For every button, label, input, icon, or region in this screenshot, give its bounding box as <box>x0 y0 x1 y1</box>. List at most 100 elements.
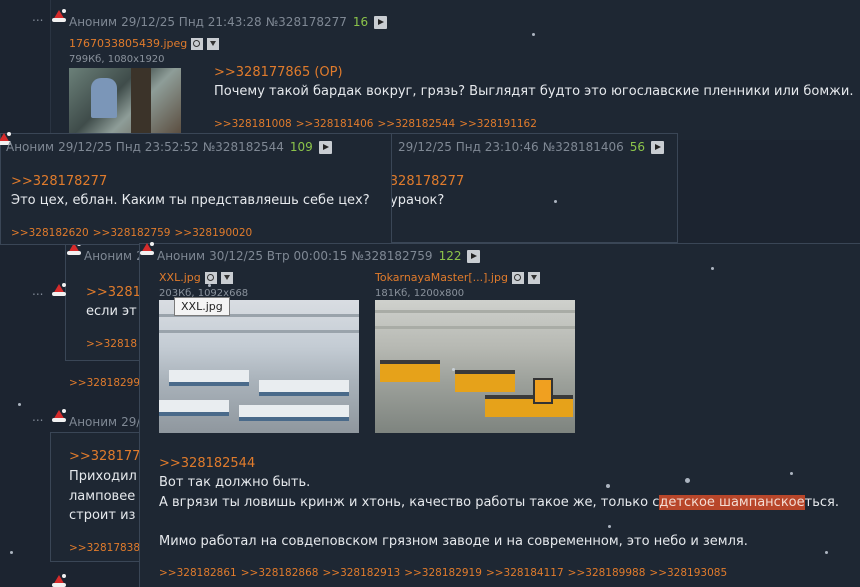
post-count: 16 <box>352 15 369 29</box>
snowflake <box>18 403 21 406</box>
search-image-icon[interactable] <box>204 271 217 284</box>
post-author: Аноним <box>69 15 118 29</box>
post-datetime: 29/12/25 Пнд 23:52:52 <box>58 140 199 154</box>
download-icon[interactable] <box>207 37 220 50</box>
reply-link[interactable]: >>328181008 <box>214 118 292 130</box>
post-count: 109 <box>289 140 313 154</box>
santa-hat-icon <box>51 9 67 23</box>
reply-link[interactable]: >>328182913 <box>322 567 400 579</box>
reply-link[interactable]: >>328182919 <box>404 567 482 579</box>
file2-thumbnail[interactable] <box>375 300 575 433</box>
play-icon[interactable] <box>651 140 665 154</box>
post-182544-text: Это цех, еблан. Каким ты представляешь с… <box>11 193 370 208</box>
reply-link[interactable]: >>328182544 <box>377 118 455 130</box>
hidden-post-text: если эт <box>86 304 137 319</box>
play-icon[interactable] <box>467 249 481 263</box>
snowflake <box>532 33 535 36</box>
post-datetime: 30/12/25 Втр 00:00:15 <box>209 249 348 263</box>
file-name[interactable]: TokarnayaMaster[...].jpg <box>375 271 508 284</box>
reply-link[interactable]: >>328189988 <box>568 567 646 579</box>
lower-post-quote[interactable]: >>3281778 <box>69 449 149 464</box>
file-name[interactable]: XXL.jpg <box>159 271 201 284</box>
file-name[interactable]: 1767033805439.jpeg <box>69 37 187 50</box>
post-182759-line1: Вот так должно быть. <box>159 475 311 490</box>
snowflake <box>608 525 611 528</box>
snowflake <box>10 551 13 554</box>
snowflake <box>452 368 455 371</box>
file2-link[interactable]: TokarnayaMaster[...].jpg <box>375 271 540 284</box>
snowflake <box>554 200 557 203</box>
post-182544-replies: >>328182620 >>328182759 >>328190020 <box>11 227 256 239</box>
post-datetime: 29/12/25 Пнд 23:10:46 <box>398 140 539 154</box>
post-182759-line2: А вгрязи ты ловишь кринж и хтонь, качест… <box>159 495 839 510</box>
post-182759-quote[interactable]: >>328182544 <box>159 456 255 471</box>
santa-hat-icon <box>51 409 67 423</box>
post-author: Аноним <box>84 249 133 263</box>
post-number[interactable]: №328182759 <box>351 249 432 263</box>
reply-link[interactable]: >>328191162 <box>459 118 537 130</box>
reply-link[interactable]: >>328182868 <box>241 567 319 579</box>
file1-thumbnail[interactable] <box>159 300 359 433</box>
post-count: 56 <box>629 140 646 154</box>
snowflake <box>208 284 211 287</box>
post-182759-line3: Мимо работал на совдеповском грязном зав… <box>159 534 748 549</box>
op-replies: >>328181008 >>328181406 >>328182544 >>32819… <box>214 118 541 130</box>
op-quote-link[interactable]: >>328177865 (OP) <box>214 65 343 80</box>
op-post-header: Аноним 29/12/25 Пнд 21:43:28 №328178277 … <box>69 15 388 29</box>
post-181406-quote[interactable]: >>328178277 <box>390 174 464 189</box>
lower-post-line3: строит из <box>69 508 136 523</box>
op-file-meta: 799Кб, 1080x1920 <box>69 54 165 65</box>
snowflake <box>711 267 714 270</box>
post-181406-header: 29/12/25 Пнд 23:10:46 №328181406 56 <box>398 140 665 154</box>
post-menu-dots[interactable]: ... <box>32 410 43 424</box>
search-image-icon[interactable] <box>191 37 204 50</box>
snowflake <box>606 484 610 488</box>
snowflake <box>825 551 828 554</box>
image-tooltip: XXL.jpg <box>174 297 230 316</box>
post-author: Аноним <box>6 140 55 154</box>
reply-link[interactable]: >>328181406 <box>296 118 374 130</box>
file1-link[interactable]: XXL.jpg <box>159 271 233 284</box>
snowflake <box>685 478 690 483</box>
reply-link[interactable]: >>328193085 <box>649 567 727 579</box>
left-reply-link[interactable]: >>328182998 <box>69 377 147 389</box>
post-number[interactable]: №328182544 <box>203 140 284 154</box>
post-182759-replies: >>328182861 >>328182868 >>328182913 >>32818… <box>159 567 731 579</box>
snowflake <box>790 472 793 475</box>
santa-hat-icon <box>51 574 67 587</box>
lower-post-line1: Приходил <box>69 469 137 484</box>
reply-link[interactable]: >>328182620 <box>11 227 89 239</box>
post-182544-quote[interactable]: >>328178277 <box>11 174 107 189</box>
post-182544-header: Аноним 29/12/25 Пнд 23:52:52 №328182544 … <box>6 140 332 154</box>
search-image-icon[interactable] <box>511 271 524 284</box>
post-datetime: 29/12/25 Пнд 21:43:28 <box>121 15 262 29</box>
post-menu-dots[interactable]: ... <box>32 10 43 24</box>
post-number[interactable]: №328178277 <box>266 15 347 29</box>
text-segment: А вгрязи ты ловишь кринж и хтонь, качест… <box>159 495 660 510</box>
post-menu-dots[interactable]: ... <box>32 284 43 298</box>
highlighted-text: детское шампанское <box>659 495 805 510</box>
post-number[interactable]: №328181406 <box>543 140 624 154</box>
post-author: Аноним <box>69 415 118 429</box>
reply-link[interactable]: >>328184117 <box>486 567 564 579</box>
download-icon[interactable] <box>220 271 233 284</box>
reply-link[interactable]: >>328182759 <box>93 227 171 239</box>
lower-post-line2: ламповее <box>69 489 136 504</box>
op-thumbnail[interactable] <box>69 68 181 134</box>
text-segment: ться. <box>804 495 839 510</box>
post-181406-text: урачок? <box>390 193 445 208</box>
santa-hat-icon <box>51 283 67 297</box>
download-icon[interactable] <box>527 271 540 284</box>
op-file-link[interactable]: 1767033805439.jpeg <box>69 37 220 50</box>
play-icon[interactable] <box>374 15 388 29</box>
lower-post-reply[interactable]: >>328178385 <box>69 542 147 554</box>
file2-meta: 181Кб, 1200x800 <box>375 288 465 299</box>
post-182759-header: Аноним 30/12/25 Втр 00:00:15 №328182759 … <box>157 249 481 263</box>
reply-link[interactable]: >>328182861 <box>159 567 237 579</box>
reply-link[interactable]: >>328190020 <box>174 227 252 239</box>
hidden-post-reply[interactable]: >>32818 <box>86 338 137 350</box>
santa-hat-icon <box>139 242 155 256</box>
play-icon[interactable] <box>318 140 332 154</box>
post-author: Аноним <box>157 249 206 263</box>
op-text: Почему такой бардак вокруг, грязь? Выгля… <box>214 84 854 99</box>
